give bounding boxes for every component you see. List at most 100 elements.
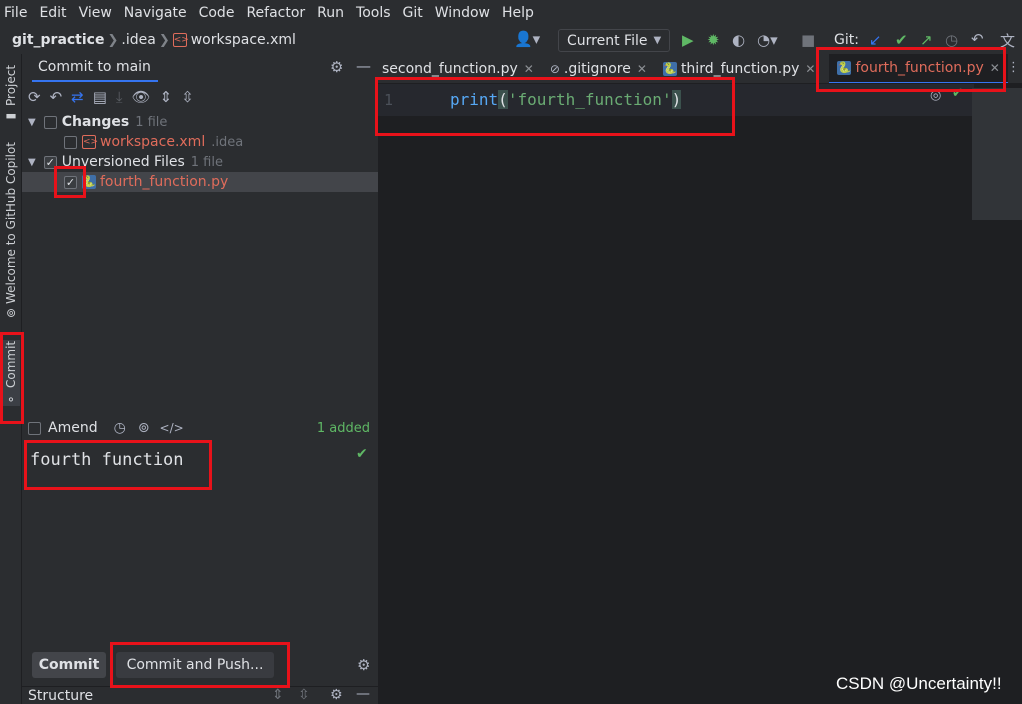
fourth-function-checkbox[interactable]: ✓ bbox=[64, 175, 77, 189]
changes-group[interactable]: ▼ Changes 1 file bbox=[22, 112, 378, 132]
tab-project[interactable]: ▬ Project bbox=[2, 62, 20, 124]
menu-code[interactable]: Code bbox=[199, 5, 235, 21]
xml-file-icon: <> bbox=[82, 135, 99, 149]
commit-panel-header: Commit to main ⚙ — bbox=[22, 54, 378, 82]
close-icon[interactable]: ✕ bbox=[805, 62, 815, 76]
changelist-icon[interactable]: ▤ bbox=[93, 88, 107, 106]
code-line-1[interactable]: print('fourth_function') bbox=[450, 90, 682, 109]
code-func: print bbox=[450, 90, 499, 109]
tab-label: third_function.py bbox=[680, 60, 800, 77]
changes-count: 1 file bbox=[135, 114, 168, 130]
tab-copilot-label: Welcome to GitHub Copilot bbox=[4, 141, 18, 304]
tree-row-fourth-function[interactable]: ✓ 🐍 fourth_function.py bbox=[22, 172, 378, 192]
gear-icon[interactable]: ⚙ bbox=[357, 656, 370, 674]
menu-edit[interactable]: Edit bbox=[39, 5, 66, 21]
view-options-icon[interactable]: 👁 bbox=[132, 88, 151, 106]
unversioned-count: 1 file bbox=[190, 154, 223, 170]
git-commit-icon[interactable]: ✔ bbox=[895, 31, 908, 49]
amend-checkbox[interactable] bbox=[28, 421, 41, 435]
unversioned-group[interactable]: ▼ ✓ Unversioned Files 1 file bbox=[22, 152, 378, 172]
debug-icon[interactable]: ✹ bbox=[707, 31, 720, 49]
xml-file-icon: <> bbox=[172, 33, 189, 47]
commit-panel: Commit to main ⚙ — ⟳ ↶ ⇄ ▤ ⤓ 👁 ⇕ ⇳ ▼ Cha… bbox=[22, 54, 378, 704]
translate-icon[interactable]: 文 bbox=[1000, 30, 1015, 51]
tab-commit-label: Commit bbox=[4, 340, 18, 388]
menu-help[interactable]: Help bbox=[502, 5, 534, 21]
run-icon[interactable]: ▶ bbox=[682, 31, 694, 49]
commit-and-push-button[interactable]: Commit and Push... bbox=[116, 652, 274, 678]
changes-checkbox[interactable] bbox=[43, 115, 57, 129]
profile-icon[interactable]: ◔▾ bbox=[757, 31, 778, 49]
menu-refactor[interactable]: Refactor bbox=[246, 5, 305, 21]
expand-all-icon[interactable]: ⇕ bbox=[160, 88, 173, 106]
minimize-icon[interactable]: — bbox=[356, 57, 371, 75]
rollback-icon[interactable]: ↶ bbox=[971, 30, 984, 48]
chevron-down-icon[interactable]: ▼ bbox=[28, 117, 36, 128]
amend-row: Amend ◷ ⊚ </> 1 added bbox=[22, 418, 378, 438]
fourth-function-file-label: fourth_function.py bbox=[100, 174, 229, 190]
commit-toolbar: ⟳ ↶ ⇄ ▤ ⤓ 👁 ⇕ ⇳ bbox=[22, 84, 194, 110]
coverage-icon[interactable]: ◐ bbox=[732, 31, 745, 49]
line-gutter bbox=[378, 84, 448, 704]
commit-message-input[interactable]: fourth function bbox=[30, 450, 184, 470]
user-icon[interactable]: 👤▾ bbox=[514, 30, 540, 48]
git-update-icon[interactable]: ↙ bbox=[869, 31, 882, 49]
workspace-file-label: workspace.xml bbox=[100, 134, 206, 150]
tab-third-function[interactable]: 🐍 third_function.py ✕ bbox=[655, 54, 824, 83]
menu-file[interactable]: File bbox=[4, 5, 27, 21]
breadcrumb-project[interactable]: git_practice bbox=[12, 32, 104, 48]
menu-git[interactable]: Git bbox=[403, 5, 423, 21]
collapse-all-icon[interactable]: ⇳ bbox=[181, 88, 194, 106]
diff-icon[interactable]: ⇄ bbox=[71, 88, 84, 106]
clock-icon[interactable]: ◷ bbox=[114, 420, 126, 436]
menu-tools[interactable]: Tools bbox=[356, 5, 391, 21]
menu-view[interactable]: View bbox=[79, 5, 112, 21]
tab-github-copilot[interactable]: ⊚ Welcome to GitHub Copilot bbox=[2, 142, 20, 318]
unversioned-label: Unversioned Files bbox=[61, 154, 185, 170]
menu-navigate[interactable]: Navigate bbox=[124, 5, 187, 21]
close-icon[interactable]: ✕ bbox=[524, 62, 534, 76]
gear-icon[interactable]: ⚙ bbox=[330, 687, 343, 703]
git-push-icon[interactable]: ↗ bbox=[920, 31, 933, 49]
tab-commit[interactable]: ⚬ Commit bbox=[2, 340, 20, 406]
gear-icon[interactable]: ⚙ bbox=[330, 58, 343, 76]
copilot-icon[interactable]: ⊚ bbox=[138, 420, 150, 436]
tab-label: second_function.py bbox=[382, 60, 518, 77]
reader-mode-icon[interactable]: ◎ bbox=[930, 88, 941, 103]
stop-icon[interactable]: ■ bbox=[801, 31, 815, 49]
tab-fourth-function[interactable]: 🐍 fourth_function.py ✕ bbox=[829, 54, 1008, 83]
check-icon: ✔ bbox=[356, 446, 368, 462]
tree-row-workspace[interactable]: <> workspace.xml .idea bbox=[22, 132, 378, 152]
history-icon[interactable]: ◷ bbox=[945, 31, 958, 49]
workspace-checkbox[interactable] bbox=[64, 135, 77, 149]
menu-run[interactable]: Run bbox=[317, 5, 344, 21]
refresh-icon[interactable]: ⟳ bbox=[28, 88, 41, 106]
minimize-icon[interactable]: — bbox=[356, 686, 370, 702]
inspection-ok-icon[interactable]: ✔ bbox=[952, 86, 963, 101]
unversioned-checkbox[interactable]: ✓ bbox=[43, 155, 57, 169]
run-config-selector[interactable]: Current File ▼ bbox=[558, 29, 670, 52]
menu-window[interactable]: Window bbox=[435, 5, 490, 21]
left-tool-strip: ▬ Project ⊚ Welcome to GitHub Copilot ⚬ … bbox=[0, 54, 22, 704]
more-tabs-icon[interactable]: ⋮ bbox=[1007, 60, 1020, 75]
close-icon[interactable]: ✕ bbox=[990, 61, 1000, 75]
breadcrumb-folder[interactable]: .idea bbox=[121, 32, 155, 48]
scrollbar[interactable] bbox=[972, 88, 1022, 220]
chevron-down-icon[interactable]: ▼ bbox=[28, 157, 36, 168]
commit-message-area[interactable]: fourth function ✔ bbox=[22, 444, 378, 644]
commit-panel-title[interactable]: Commit to main bbox=[38, 59, 151, 75]
commit-button[interactable]: Commit bbox=[32, 652, 106, 678]
tab-gitignore[interactable]: ⊘ .gitignore ✕ bbox=[542, 54, 655, 83]
file-icon: ⊘ bbox=[549, 61, 560, 76]
tab-second-function[interactable]: second_function.py ✕ bbox=[378, 54, 542, 83]
close-icon[interactable]: ✕ bbox=[637, 62, 647, 76]
structure-header: Structure ⇕ ⇳ ⚙ — bbox=[22, 686, 378, 704]
shelve-icon[interactable]: ⤓ bbox=[116, 88, 123, 106]
amend-label[interactable]: Amend bbox=[48, 420, 98, 436]
breadcrumb-file[interactable]: workspace.xml bbox=[191, 32, 296, 48]
sort-icon[interactable]: ⇕ bbox=[272, 687, 284, 703]
rollback-icon[interactable]: ↶ bbox=[50, 88, 63, 106]
collapse-icon[interactable]: ⇳ bbox=[298, 687, 310, 703]
structure-label[interactable]: Structure bbox=[28, 688, 93, 704]
code-icon[interactable]: </> bbox=[160, 421, 184, 435]
